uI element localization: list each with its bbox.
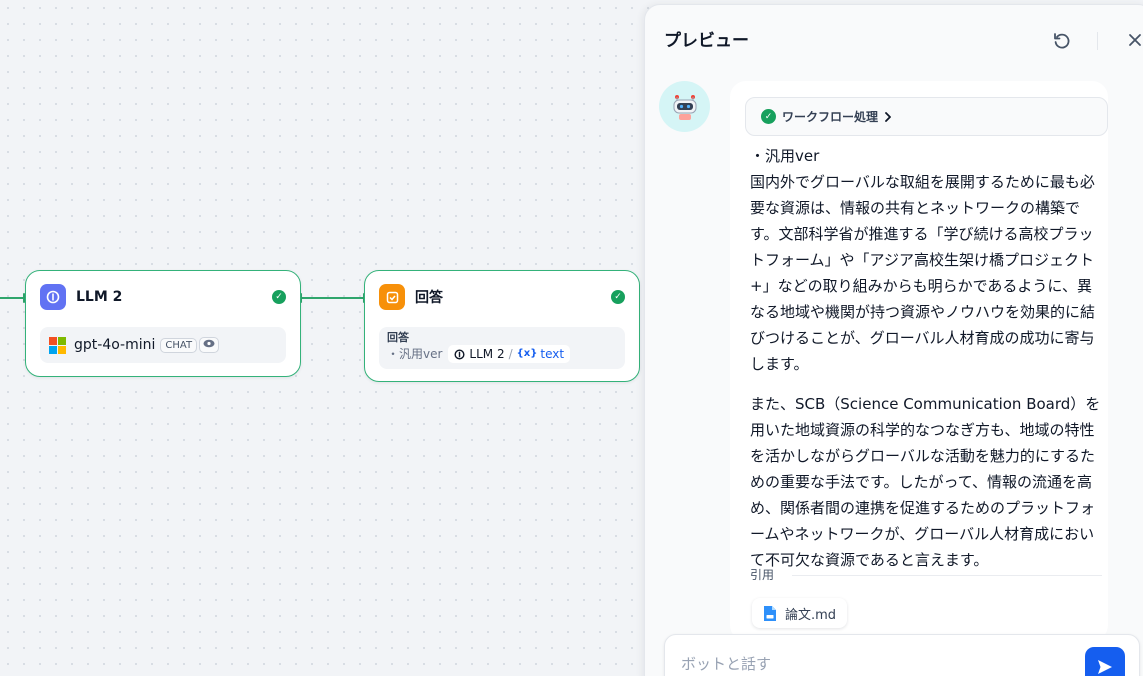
answer-content-line: ・汎用ver LLM 2 / {x} text — [387, 345, 617, 363]
reply-icon — [379, 284, 405, 310]
chat-input[interactable] — [681, 655, 1061, 673]
citation-file-chip[interactable]: 論文.md — [752, 598, 848, 628]
chat-input-box — [664, 634, 1140, 676]
variable-icon: {x} — [516, 348, 538, 359]
llm-node[interactable]: LLM 2 ✓ gpt-4o-mini CHAT — [25, 270, 301, 377]
answer-node-header: 回答 ✓ — [379, 284, 625, 310]
var-name: text — [540, 347, 565, 361]
citation-label: 引用 — [750, 568, 775, 582]
microsoft-logo-icon — [49, 336, 66, 354]
var-separator: / — [508, 347, 513, 361]
markdown-file-icon — [764, 605, 776, 621]
check-circle-icon: ✓ — [611, 290, 625, 304]
edge-llm-to-answer — [300, 297, 365, 299]
brain-icon — [454, 348, 465, 360]
send-button[interactable] — [1085, 647, 1125, 676]
llm-node-header: LLM 2 ✓ — [40, 284, 286, 310]
check-circle-icon: ✓ — [272, 290, 286, 304]
chevron-right-icon — [884, 111, 892, 122]
answer-content-prefix: ・汎用ver — [387, 347, 443, 361]
preview-panel: プレビュー ✓ ワークフロー処理 ・汎用ver 国内外でグローバルな取組を展開す… — [644, 4, 1143, 676]
answer-node-title: 回答 — [415, 290, 443, 306]
close-icon[interactable] — [1127, 32, 1143, 52]
mode-badge: CHAT — [160, 337, 198, 353]
brain-icon — [40, 284, 66, 310]
variable-reference-chip[interactable]: LLM 2 / {x} text — [448, 345, 571, 363]
refresh-icon[interactable] — [1052, 31, 1072, 55]
panel-title: プレビュー — [664, 31, 749, 51]
citation-file-name: 論文.md — [785, 607, 837, 623]
answer-paragraph: ・汎用ver 国内外でグローバルな取組を展開するために最も必要な資源は、情報の共… — [750, 147, 1096, 373]
answer-content-box[interactable]: 回答 ・汎用ver LLM 2 / {x} text — [379, 327, 625, 369]
eye-icon[interactable] — [199, 337, 220, 353]
citation-divider — [792, 575, 1102, 576]
workflow-chip-label: ワークフロー処理 — [782, 110, 879, 124]
answer-text: ・汎用ver 国内外でグローバルな取組を展開するために最も必要な資源は、情報の共… — [750, 143, 1105, 587]
send-icon — [1098, 660, 1112, 674]
var-node-name: LLM 2 — [469, 347, 505, 361]
bot-message-bubble: ✓ ワークフロー処理 ・汎用ver 国内外でグローバルな取組を展開するために最も… — [730, 81, 1108, 641]
answer-paragraph: また、SCB（Science Communication Board）を用いた地… — [750, 395, 1101, 569]
header-divider — [1097, 32, 1098, 50]
answer-node[interactable]: 回答 ✓ 回答 ・汎用ver LLM 2 / {x} text — [364, 270, 640, 382]
bot-avatar — [659, 81, 710, 132]
llm-node-title: LLM 2 — [76, 289, 123, 305]
workflow-process-toggle[interactable]: ✓ ワークフロー処理 — [745, 97, 1108, 136]
model-name: gpt-4o-mini — [74, 337, 156, 353]
robot-icon — [673, 94, 696, 120]
check-circle-icon: ✓ — [761, 109, 776, 124]
answer-field-label: 回答 — [387, 331, 409, 344]
llm-model-selector[interactable]: gpt-4o-mini CHAT — [40, 327, 286, 363]
